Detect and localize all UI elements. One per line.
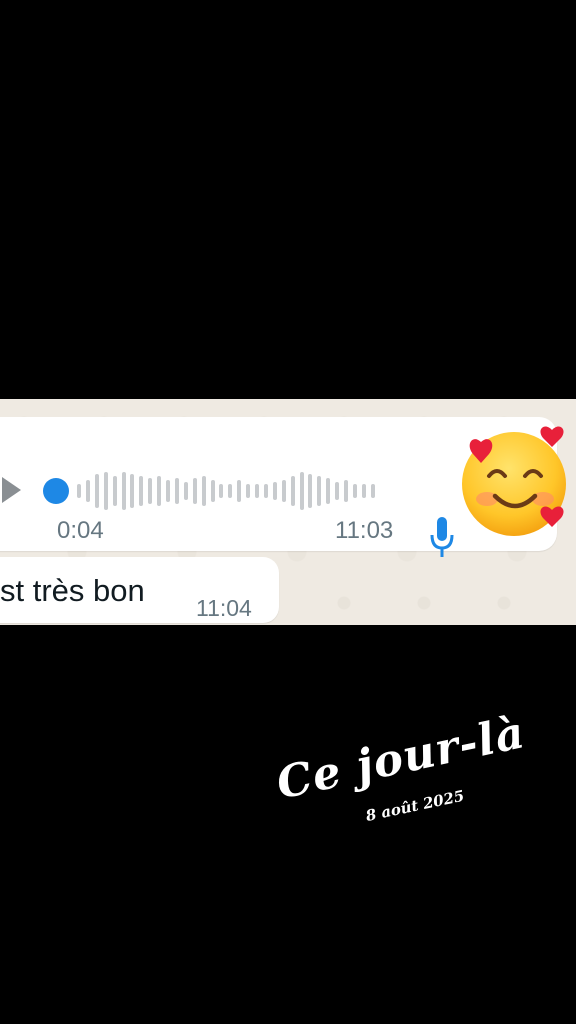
microphone-icon bbox=[430, 517, 454, 557]
waveform-bar bbox=[112, 476, 117, 506]
waveform-bar bbox=[77, 484, 81, 498]
waveform-bar bbox=[103, 472, 108, 510]
waveform-bar bbox=[308, 474, 313, 508]
waveform-bar bbox=[210, 480, 215, 502]
waveform-bar bbox=[352, 484, 357, 498]
waveform-bar bbox=[219, 484, 224, 498]
voice-duration: 0:04 bbox=[57, 517, 104, 544]
waveform-bar bbox=[290, 476, 295, 506]
audio-waveform[interactable] bbox=[77, 465, 397, 517]
caption-title: Ce jour-là bbox=[272, 707, 530, 810]
voice-message-time: 11:03 bbox=[335, 517, 394, 544]
waveform-bar bbox=[148, 478, 153, 504]
waveform-bar bbox=[317, 476, 322, 506]
waveform-bar bbox=[174, 478, 179, 504]
waveform-bar bbox=[192, 478, 197, 504]
waveform-bar bbox=[228, 484, 233, 498]
waveform-bar bbox=[237, 480, 242, 502]
waveform-bar bbox=[281, 480, 286, 502]
waveform-bar bbox=[183, 482, 188, 500]
waveform-bar bbox=[361, 484, 366, 498]
waveform-bar bbox=[166, 480, 170, 502]
waveform-bar bbox=[246, 484, 251, 498]
message-text: st très bon bbox=[0, 573, 145, 608]
smiling-face-with-hearts-icon bbox=[462, 426, 566, 536]
text-message-bubble: st très bon 11:04 bbox=[0, 557, 279, 623]
waveform-bar bbox=[130, 474, 135, 508]
waveform-bar bbox=[263, 484, 268, 498]
waveform-bar bbox=[344, 480, 348, 502]
waveform-bar bbox=[370, 484, 375, 498]
waveform-bar bbox=[94, 474, 99, 508]
caption-date: 8 août 2025 bbox=[364, 786, 466, 826]
waveform-bar bbox=[139, 476, 144, 506]
audio-seek-handle[interactable] bbox=[43, 478, 69, 504]
waveform-bar bbox=[121, 472, 126, 510]
caption-overlay: Ce jour-là 8 août 2025 bbox=[268, 686, 547, 857]
waveform-bar bbox=[255, 484, 259, 498]
chat-screenshot: 0:04 11:03 st très bon 11:04 bbox=[0, 399, 576, 625]
play-icon[interactable] bbox=[2, 477, 21, 503]
waveform-bar bbox=[272, 482, 277, 500]
waveform-bar bbox=[157, 476, 162, 506]
waveform-bar bbox=[299, 472, 304, 510]
waveform-bar bbox=[326, 478, 331, 504]
text-message-time: 11:04 bbox=[196, 595, 252, 621]
waveform-bar bbox=[201, 476, 206, 506]
waveform-bar bbox=[335, 482, 340, 500]
waveform-bar bbox=[85, 480, 90, 502]
